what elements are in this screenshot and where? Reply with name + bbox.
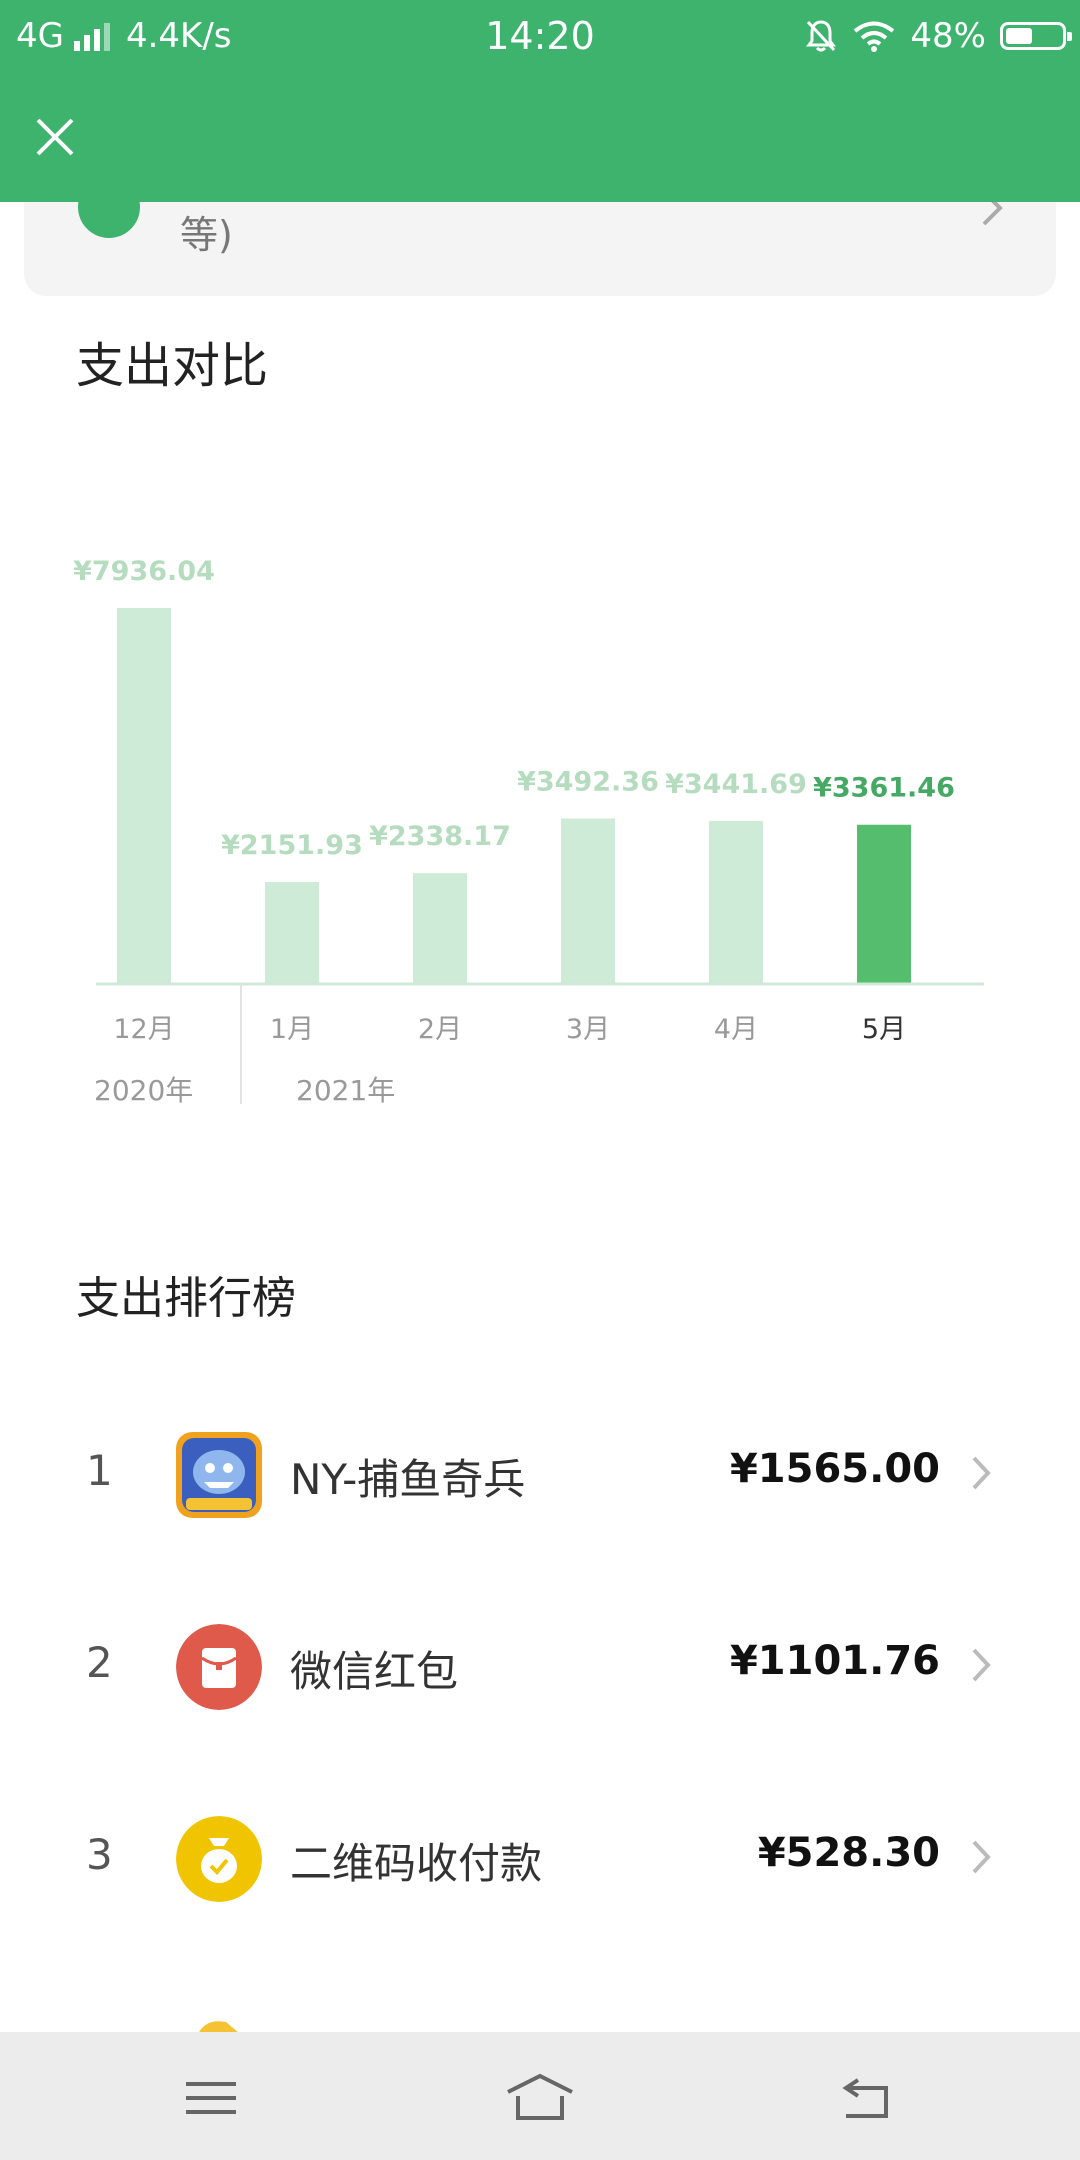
rank-name: 微信红包 [290,1647,459,1696]
chevron-right-icon [972,1648,991,1682]
x-tick-label: 1月 [270,1014,314,1045]
x-tick-label: 3月 [566,1014,610,1045]
menu-icon[interactable] [172,2068,252,2128]
back-icon[interactable] [828,2068,908,2128]
x-tick-label: 4月 [714,1014,758,1045]
ranking-title: 支出排行榜 [76,1273,296,1324]
rank-item[interactable]: 3 二维码收付款 ¥528.30 [0,1788,1080,1928]
year-label: 2021年 [296,1074,395,1107]
bar-3 [561,818,615,984]
wifi-icon [854,21,895,52]
x-tick-label: 2月 [418,1014,462,1045]
rank-item[interactable]: 2 微信红包 ¥1101.76 [0,1596,1080,1736]
rank-name: NY-捕鱼奇兵 [290,1455,526,1504]
rank-name: 二维码收付款 [290,1839,543,1888]
bar-value-label: ¥2151.93 [221,830,363,861]
summary-card[interactable]: 等) [24,202,1056,296]
rank-number: 2 [86,1638,113,1687]
year-label: 2020年 [94,1074,193,1107]
chevron-right-icon [982,202,1003,226]
rank-amount: ¥1565.00 [729,1446,940,1492]
close-icon[interactable] [30,112,80,162]
chevron-right-icon [972,1456,991,1490]
rank-amount: ¥528.30 [757,1830,940,1876]
bar-value-label: ¥3492.36 [517,767,659,798]
expense-compare-chart: ¥7936.04 12月 ¥2151.93 1月 ¥2338.17 2月 ¥3492.36 3… [73,556,984,1107]
bar-value-label: ¥2338.17 [369,821,511,852]
battery-percent: 48% [910,16,986,56]
system-nav-bar [0,2032,1080,2160]
battery-icon [1000,22,1072,50]
header-bar [0,74,1080,202]
qr-money-bag-icon [176,1816,262,1902]
card-text: 等) [180,213,233,257]
bar-0 [117,608,171,984]
chevron-right-icon [972,1840,991,1874]
compare-title: 支出对比 [76,338,269,394]
mute-icon [806,20,837,52]
bar-5 [857,824,911,984]
rank-number: 1 [86,1446,113,1495]
status-bar: 4G 4.4K/s 14:20 48% [0,0,1080,74]
rank-number: 3 [86,1830,113,1879]
x-tick-label: 12月 [113,1014,174,1045]
bar-value-label: ¥3441.69 [665,769,807,800]
home-icon[interactable] [500,2068,580,2128]
category-icon [78,202,140,238]
game-icon [176,1432,262,1518]
rank-item[interactable]: 1 NY-捕鱼奇兵 ¥1565.00 [0,1404,1080,1544]
bar-value-label: ¥7936.04 [73,556,215,587]
bar-4 [709,820,763,984]
bar-1 [265,882,319,984]
x-tick-label: 5月 [862,1014,906,1045]
bar-2 [413,873,467,984]
bar-value-label: ¥3361.46 [813,773,955,804]
red-packet-icon [176,1624,262,1710]
rank-amount: ¥1101.76 [729,1638,940,1684]
